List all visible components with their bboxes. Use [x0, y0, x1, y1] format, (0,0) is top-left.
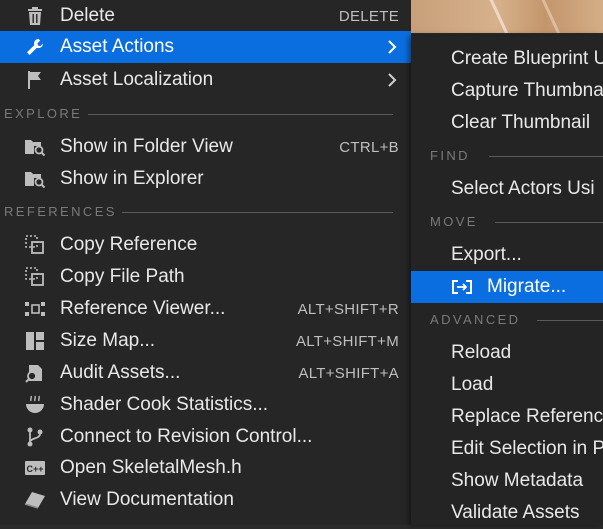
menu-item-view-documentation[interactable]: View Documentation — [0, 484, 411, 516]
trash-icon — [24, 5, 46, 27]
menu-item-shader-cook-statistics[interactable]: Shader Cook Statistics... — [0, 389, 411, 421]
folder-search-icon — [24, 136, 46, 158]
menu-item-label: Shader Cook Statistics... — [60, 394, 269, 415]
asset-actions-submenu: Create Blueprint U Capture Thumbna Clear… — [411, 36, 603, 525]
menu-item-clear-thumbnail[interactable]: Clear Thumbnail — [411, 107, 603, 139]
menu-item-label: Migrate... — [487, 276, 567, 297]
shortcut-label: DELETE — [338, 7, 399, 25]
section-divider — [88, 114, 393, 115]
menu-item-label: View Documentation — [60, 489, 234, 510]
shortcut-label: ALT+SHIFT+R — [297, 300, 399, 318]
menu-item-select-actors[interactable]: Select Actors Usi — [411, 173, 603, 205]
menu-item-replace-references[interactable]: Replace Referenc — [411, 401, 603, 433]
section-divider — [537, 320, 603, 321]
menu-item-label: Replace Referenc — [451, 406, 603, 427]
shortcut-label: ALT+SHIFT+M — [295, 332, 399, 350]
menu-item-asset-actions[interactable]: Asset Actions — [0, 31, 411, 63]
menu-item-label: Asset Actions — [60, 36, 175, 57]
menu-item-label: Export... — [451, 244, 522, 265]
menu-item-label: Create Blueprint U — [451, 48, 603, 69]
menu-item-audit-assets[interactable]: Audit Assets... ALT+SHIFT+A — [0, 357, 411, 389]
menu-item-label: Show in Explorer — [60, 168, 204, 189]
copy-icon — [24, 234, 46, 256]
menu-item-label: Delete — [60, 5, 115, 26]
menu-item-label: Edit Selection in P — [451, 438, 603, 459]
chevron-right-icon — [388, 73, 397, 87]
menu-item-load[interactable]: Load — [411, 369, 603, 401]
menu-item-capture-thumbnail[interactable]: Capture Thumbna — [411, 75, 603, 107]
section-label: EXPLORE — [4, 106, 83, 121]
menu-item-reload[interactable]: Reload — [411, 337, 603, 369]
folder-search-icon — [24, 168, 46, 190]
menu-item-label: Copy Reference — [60, 234, 198, 255]
section-label: ADVANCED — [430, 312, 521, 327]
menu-item-asset-localization[interactable]: Asset Localization — [0, 64, 411, 96]
menu-item-copy-file-path[interactable]: Copy File Path — [0, 261, 411, 293]
asset-thumbnail — [411, 0, 603, 33]
menu-item-label: Connect to Revision Control... — [60, 426, 313, 447]
menu-item-label: Select Actors Usi — [451, 178, 595, 199]
menu-item-delete[interactable]: Delete DELETE — [0, 0, 411, 32]
menu-item-label: Reference Viewer... — [60, 298, 226, 319]
cooking-pot-icon — [24, 394, 46, 416]
reference-viewer-icon — [24, 298, 46, 320]
audit-search-icon — [24, 362, 46, 384]
menu-item-edit-selection[interactable]: Edit Selection in P — [411, 433, 603, 465]
shortcut-label: CTRL+B — [339, 138, 399, 156]
menu-item-export[interactable]: Export... — [411, 239, 603, 271]
menu-item-migrate[interactable]: Migrate... — [411, 271, 603, 303]
menu-item-label: Load — [451, 374, 494, 395]
menu-item-label: Audit Assets... — [60, 362, 181, 383]
menu-item-label: Validate Assets — [451, 502, 580, 523]
wrench-icon — [24, 36, 46, 58]
menu-item-connect-revision-control[interactable]: Connect to Revision Control... — [0, 421, 411, 453]
menu-item-label: Copy File Path — [60, 266, 185, 287]
menu-item-label: Show in Folder View — [60, 136, 233, 157]
context-menu: Delete DELETE Asset Actions Asset Locali… — [0, 0, 411, 525]
menu-item-label: Asset Localization — [60, 69, 214, 90]
menu-item-open-header[interactable]: C++ Open SkeletalMesh.h — [0, 452, 411, 484]
menu-item-label: Capture Thumbna — [451, 80, 603, 101]
menu-item-show-metadata[interactable]: Show Metadata — [411, 465, 603, 497]
section-header-find: FIND — [411, 147, 603, 165]
menu-item-copy-reference[interactable]: Copy Reference — [0, 229, 411, 261]
section-header-explore: EXPLORE — [0, 105, 411, 123]
branch-icon — [24, 426, 46, 448]
section-divider — [122, 212, 393, 213]
section-header-advanced: ADVANCED — [411, 311, 603, 329]
cpp-file-icon: C++ — [24, 457, 46, 479]
menu-item-label: Reload — [451, 342, 512, 363]
menu-item-reference-viewer[interactable]: Reference Viewer... ALT+SHIFT+R — [0, 293, 411, 325]
chevron-right-icon — [388, 40, 397, 54]
section-label: MOVE — [430, 214, 478, 229]
shortcut-label: ALT+SHIFT+A — [298, 364, 399, 382]
menu-item-size-map[interactable]: Size Map... ALT+SHIFT+M — [0, 325, 411, 357]
copy-icon — [24, 266, 46, 288]
section-header-move: MOVE — [411, 213, 603, 231]
section-divider — [489, 156, 603, 157]
menu-item-label: Open SkeletalMesh.h — [60, 457, 242, 478]
menu-item-validate-assets[interactable]: Validate Assets — [411, 497, 603, 529]
menu-item-show-in-explorer[interactable]: Show in Explorer — [0, 163, 411, 195]
svg-text:C++: C++ — [26, 464, 43, 474]
section-label: REFERENCES — [4, 204, 117, 219]
menu-item-label: Size Map... — [60, 330, 156, 351]
section-label: FIND — [430, 148, 470, 163]
menu-item-label: Show Metadata — [451, 470, 584, 491]
menu-item-show-in-folder-view[interactable]: Show in Folder View CTRL+B — [0, 131, 411, 163]
size-map-icon — [24, 330, 46, 352]
menu-item-create-blueprint[interactable]: Create Blueprint U — [411, 43, 603, 75]
documentation-book-icon — [24, 489, 46, 511]
migrate-icon — [451, 276, 473, 298]
section-header-references: REFERENCES — [0, 203, 411, 221]
flag-icon — [24, 69, 46, 91]
menu-item-label: Clear Thumbnail — [451, 112, 591, 133]
section-divider — [495, 222, 603, 223]
